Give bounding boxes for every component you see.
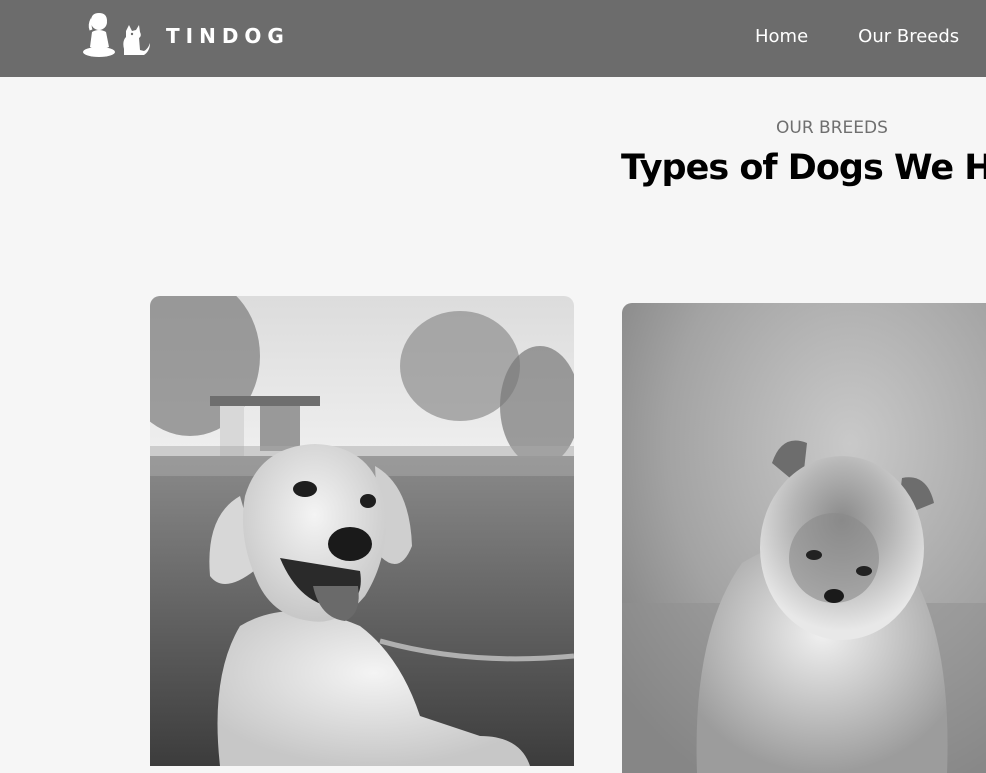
breed-card-pomeranian[interactable] <box>622 303 986 773</box>
golden-retriever-photo <box>150 296 574 766</box>
girl-and-dog-logo-icon <box>82 11 152 59</box>
section-eyebrow: OUR BREEDS <box>776 118 888 138</box>
brand-logo-link[interactable]: TINDOG <box>82 11 290 59</box>
breed-card-golden-retriever[interactable] <box>150 296 574 766</box>
nav-our-breeds-link[interactable]: Our Breeds <box>858 26 959 47</box>
pomeranian-photo <box>622 303 986 773</box>
navbar: TINDOG Home Our Breeds <box>0 0 986 77</box>
nav-home-link[interactable]: Home <box>755 26 808 47</box>
section-title: Types of Dogs We He <box>621 148 986 188</box>
main-nav: Home Our Breeds <box>755 26 959 47</box>
brand-name: TINDOG <box>166 24 290 48</box>
